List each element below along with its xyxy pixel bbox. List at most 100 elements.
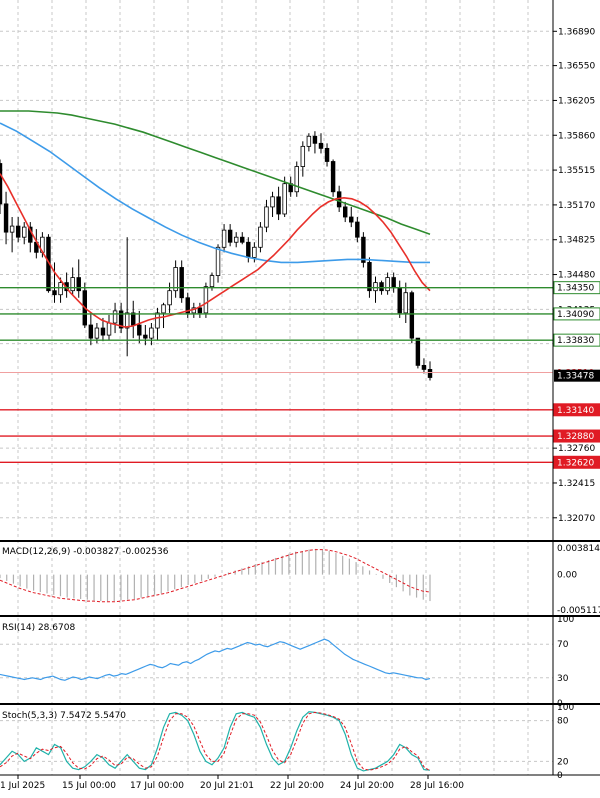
- rsi-panel: RSI(14) 28.6708: [0, 623, 553, 681]
- chart-svg: MACD(12,26,9) -0.003827 -0.002536 RSI(14…: [0, 0, 600, 791]
- candle-body: [209, 275, 215, 288]
- price-tick-label: 1.35170: [558, 201, 595, 211]
- macd-title: MACD(12,26,9) -0.003827 -0.002536: [2, 547, 169, 557]
- candle-body: [227, 229, 233, 243]
- candle-body: [282, 183, 287, 215]
- time-tick-label: 22 Jul 20:00: [270, 781, 324, 791]
- candle-body: [349, 216, 354, 223]
- candle-body: [397, 287, 402, 314]
- price-tick-label: 1.32070: [558, 514, 595, 524]
- candle-body: [88, 324, 94, 339]
- stoch-panel: Stoch(5,3,3) 7.5472 5.5470: [0, 711, 553, 772]
- macd-tick-label: 0.003814: [557, 544, 600, 554]
- rsi-title: RSI(14) 28.6708: [2, 623, 75, 633]
- candle-body: [9, 225, 15, 233]
- candle-body: [403, 292, 408, 314]
- candle-body: [330, 161, 336, 193]
- candle-body: [100, 327, 106, 336]
- resistance-level-label: 1.32620: [557, 458, 594, 468]
- candle-body: [252, 246, 257, 258]
- resistance-level-label: 1.32880: [557, 432, 594, 442]
- candle-body: [106, 322, 112, 336]
- candle-body: [0, 163, 3, 205]
- rsi-tick-label: 70: [557, 640, 569, 650]
- macd-panel: MACD(12,26,9) -0.003827 -0.002536: [0, 547, 431, 603]
- support-level-label: 1.34090: [557, 310, 594, 320]
- candle-body: [379, 282, 384, 292]
- candle-body: [131, 312, 136, 326]
- rsi-tick-label: 30: [557, 674, 569, 684]
- candle-body: [94, 327, 100, 339]
- time-tick-label: 1 Jul 2025: [0, 781, 45, 791]
- price-tick-label: 1.34825: [558, 236, 595, 246]
- candle-body: [300, 145, 306, 167]
- support-level-label: 1.34350: [557, 284, 594, 294]
- candle-body: [161, 304, 166, 314]
- candle-body: [318, 142, 324, 149]
- price-tick-label: 1.35515: [558, 166, 595, 176]
- stoch-tick-label: 0: [557, 771, 563, 781]
- rsi-tick-label: 100: [557, 615, 574, 625]
- candle-body: [112, 310, 118, 324]
- candle-body: [270, 196, 275, 208]
- candle-body: [179, 267, 184, 299]
- candle-body: [155, 312, 160, 329]
- time-tick-label: 28 Jul 16:00: [410, 781, 464, 791]
- candle-body: [324, 147, 330, 162]
- candle-body: [215, 246, 221, 276]
- candle-body: [312, 135, 318, 144]
- candle-body: [306, 135, 312, 147]
- candle-body: [143, 334, 148, 339]
- time-tick-label: 24 Jul 20:00: [340, 781, 394, 791]
- resistance-level-label: 1.33140: [557, 406, 594, 416]
- candle-body: [240, 236, 245, 243]
- candle-body: [137, 324, 142, 336]
- support-level-label: 1.33830: [557, 336, 594, 346]
- candle-body: [276, 196, 281, 215]
- candle-body: [391, 277, 396, 289]
- candle-body: [427, 369, 433, 378]
- stoch-tick-label: 100: [557, 703, 574, 713]
- price-tick-label: 1.32415: [558, 479, 595, 489]
- candle-body: [52, 290, 57, 296]
- price-tick-label: 1.35860: [558, 131, 595, 141]
- stoch-tick-label: 20: [557, 757, 569, 767]
- stoch-title: Stoch(5,3,3) 7.5472 5.5470: [2, 711, 126, 721]
- candle-body: [70, 277, 75, 292]
- candle-body: [167, 290, 172, 306]
- candle-body: [149, 327, 154, 339]
- candle-body: [197, 307, 203, 314]
- candle-body: [203, 286, 209, 314]
- price-tick-label: 1.36890: [558, 27, 595, 37]
- candle-body: [246, 241, 251, 258]
- grid-layer: [0, 0, 553, 775]
- candle-body: [233, 236, 239, 243]
- price-tick-label: 1.34480: [558, 271, 595, 281]
- candle-body: [415, 337, 421, 366]
- price-tick-label: 1.36550: [558, 62, 595, 72]
- candle-body: [421, 364, 427, 370]
- candle-body: [385, 277, 390, 292]
- time-tick-label: 15 Jul 00:00: [62, 781, 116, 791]
- price-tick-label: 1.32760: [558, 444, 595, 454]
- time-tick-label: 20 Jul 21:01: [200, 781, 254, 791]
- macd-tick-label: 0.00: [557, 571, 577, 581]
- candle-body: [22, 226, 27, 238]
- candle-body: [76, 277, 81, 292]
- candle-body: [258, 226, 263, 248]
- candle-body: [355, 221, 360, 238]
- candle-body: [3, 203, 9, 233]
- candle-body: [373, 282, 378, 292]
- candle-body: [58, 282, 63, 296]
- forex-chart[interactable]: MACD(12,26,9) -0.003827 -0.002536 RSI(14…: [0, 0, 600, 794]
- candle-body: [264, 206, 269, 228]
- ma-slow-line: [0, 110, 431, 235]
- candle-body: [342, 206, 348, 218]
- current-price-label: 1.33478: [557, 372, 594, 382]
- candle-body: [221, 229, 227, 248]
- candle-body: [294, 166, 299, 193]
- price-panel: [0, 110, 553, 463]
- stoch-tick-label: 80: [557, 717, 569, 727]
- candle-body: [15, 225, 21, 238]
- time-tick-label: 17 Jul 00:00: [130, 781, 184, 791]
